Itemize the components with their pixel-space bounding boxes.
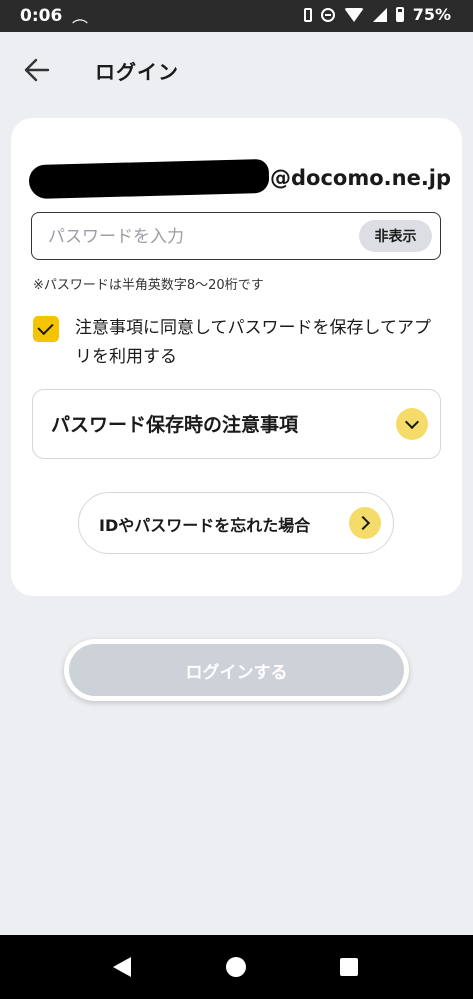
forgot-label: IDやパスワードを忘れた場合	[99, 516, 311, 535]
wifi-icon	[343, 7, 364, 22]
password-save-notice-accordion[interactable]: パスワード保存時の注意事項	[32, 389, 441, 459]
email-domain: @docomo.ne.jp	[270, 166, 452, 190]
app-header: ログイン	[0, 32, 473, 110]
notice-title: パスワード保存時の注意事項	[51, 414, 299, 436]
vibrate-icon	[303, 7, 312, 22]
back-arrow-icon[interactable]	[22, 56, 52, 84]
do-not-disturb-icon	[320, 7, 335, 22]
status-time: 0:06	[20, 6, 63, 26]
status-icons: 75%	[303, 5, 451, 24]
battery-percent: 75%	[412, 5, 451, 24]
signal-icon	[372, 7, 387, 22]
chevron-right-icon	[349, 507, 381, 539]
nav-back-icon[interactable]	[113, 957, 131, 977]
password-requirement-note: ※パスワードは半角英数字8〜20桁です	[33, 278, 264, 293]
forgot-id-password-button[interactable]: IDやパスワードを忘れた場合	[78, 492, 394, 554]
battery-icon	[395, 7, 404, 22]
email-display: @docomo.ne.jp	[28, 158, 452, 200]
system-nav-bar	[0, 935, 473, 999]
cast-icon: ︵	[72, 7, 89, 26]
password-field: 非表示	[31, 212, 441, 260]
password-visibility-toggle[interactable]: 非表示	[359, 220, 432, 252]
password-input[interactable]	[46, 221, 350, 253]
checkmark-icon	[37, 318, 54, 336]
nav-recents-icon[interactable]	[340, 958, 358, 976]
chevron-down-icon	[396, 408, 428, 440]
login-button-label: ログインする	[69, 644, 404, 696]
page-title: ログイン	[95, 60, 179, 84]
status-bar: 0:06 ︵ 75%	[0, 0, 473, 32]
nav-home-icon[interactable]	[226, 957, 246, 977]
login-card: @docomo.ne.jp 非表示 ※パスワードは半角英数字8〜20桁です 注意…	[11, 118, 462, 596]
login-button[interactable]: ログインする	[64, 639, 409, 701]
agree-checkbox[interactable]	[33, 316, 59, 342]
agree-label[interactable]: 注意事項に同意してパスワードを保存してアプリを利用する	[75, 314, 445, 372]
redacted-email-mark	[28, 158, 270, 200]
